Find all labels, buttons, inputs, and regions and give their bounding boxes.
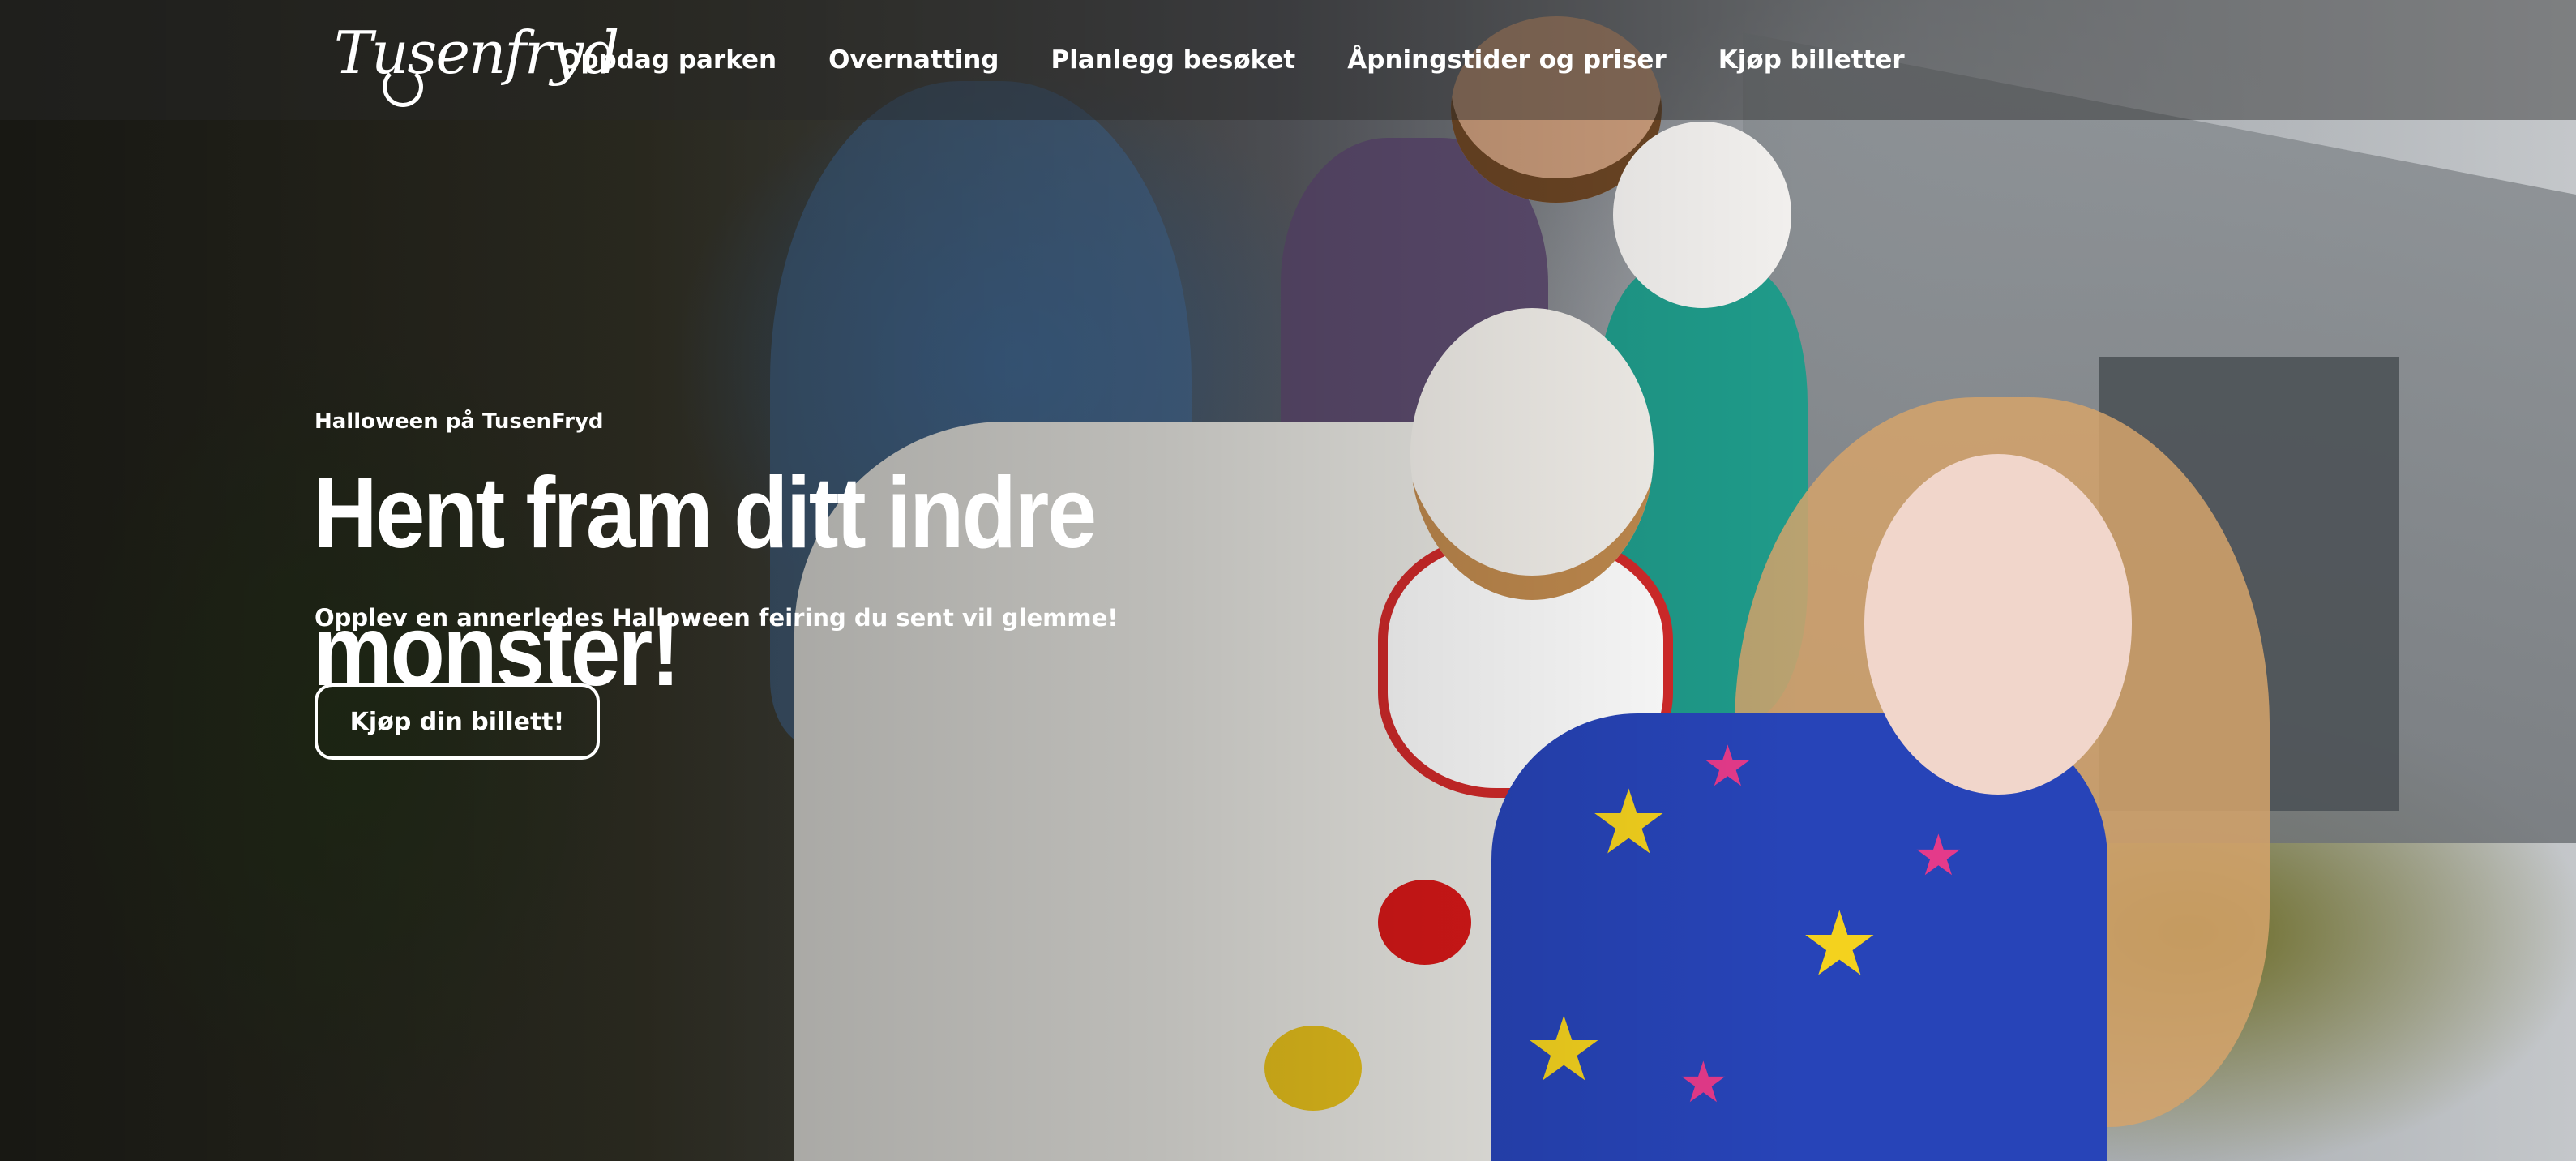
hero-subline: Opplev en annerledes Halloween feiring d… (315, 604, 1119, 632)
nav-item-oppdag-parken[interactable]: Oppdag parken (559, 45, 777, 75)
buy-ticket-button[interactable]: Kjøp din billett! (315, 683, 600, 760)
hero-headline: Hent fram ditt indre monster! (313, 457, 1097, 707)
hero-eyebrow: Halloween på TusenFryd (315, 409, 604, 434)
top-navigation: Tusenfryd Oppdag parken Overnatting Plan… (0, 0, 2576, 120)
nav-item-overnatting[interactable]: Overnatting (828, 45, 999, 75)
hero-section: ★ ★ ★ ★ ★ ★ Tusenfryd Oppdag parken Over… (0, 0, 2576, 1161)
main-menu: Oppdag parken Overnatting Planlegg besøk… (559, 0, 1905, 120)
nav-item-kjop-billetter[interactable]: Kjøp billetter (1718, 45, 1905, 75)
nav-item-apningstider-og-priser[interactable]: Åpningstider og priser (1347, 45, 1666, 75)
nav-item-planlegg-besoket[interactable]: Planlegg besøket (1051, 45, 1296, 75)
